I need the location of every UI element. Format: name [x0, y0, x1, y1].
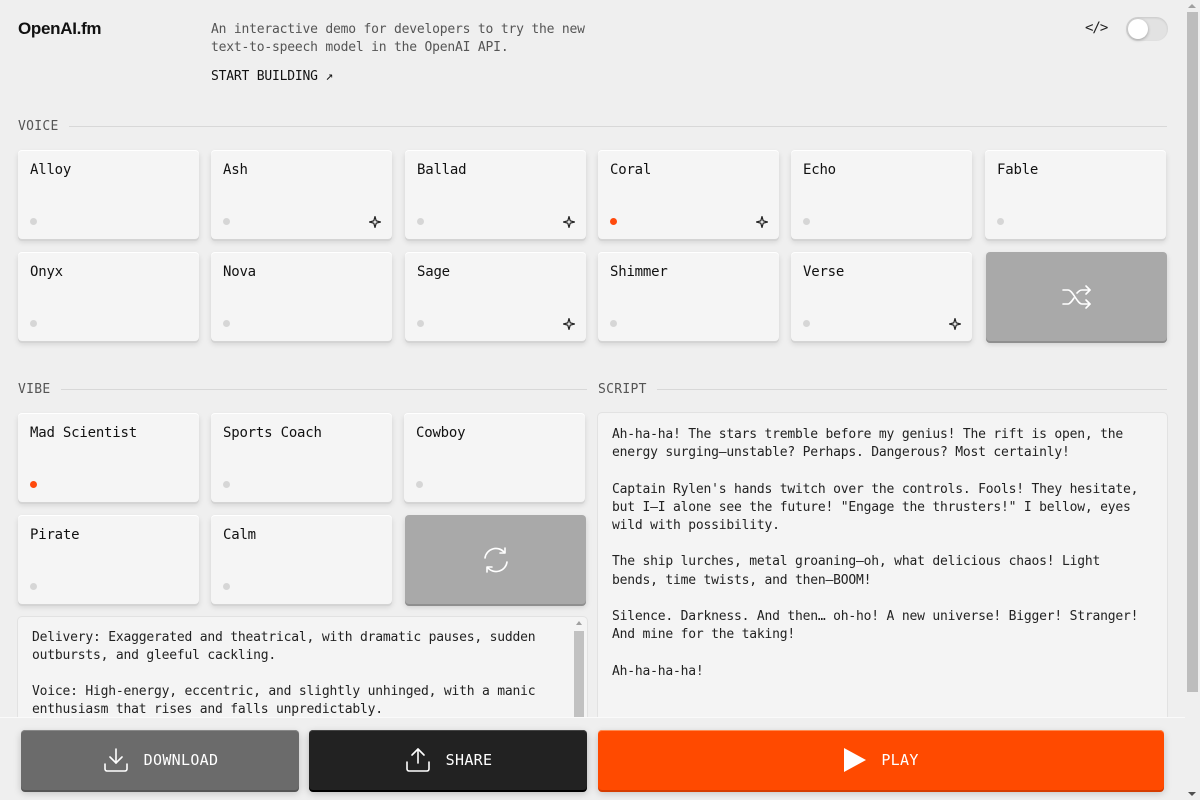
unselected-indicator [803, 320, 810, 327]
play-icon [844, 748, 867, 772]
download-label: DOWNLOAD [143, 751, 219, 769]
refresh-vibes-button[interactable] [405, 515, 586, 604]
vibe-card-sports-coach[interactable]: Sports Coach [211, 413, 392, 502]
divider [60, 389, 587, 390]
voice-card-sage[interactable]: Sage [405, 252, 586, 341]
scroll-up-arrow-icon[interactable] [1188, 4, 1196, 8]
unselected-indicator [30, 320, 37, 327]
sparkle-icon [949, 318, 961, 330]
voice-card-ash[interactable]: Ash [211, 150, 392, 239]
refresh-icon [483, 546, 508, 573]
vibe-description-scrollbar[interactable] [574, 617, 584, 727]
unselected-indicator [30, 218, 37, 225]
vibe-name: Mad Scientist [30, 425, 137, 441]
voice-card-nova[interactable]: Nova [211, 252, 392, 341]
sparkle-icon [563, 318, 575, 330]
divider [68, 126, 1167, 127]
play-button[interactable]: PLAY [598, 730, 1164, 790]
sparkle-icon [369, 216, 381, 228]
divider [656, 389, 1167, 390]
voice-card-echo[interactable]: Echo [791, 150, 972, 239]
voice-name: Alloy [30, 162, 72, 178]
download-icon [103, 748, 128, 772]
unselected-indicator [223, 583, 230, 590]
scroll-up-arrow-icon[interactable] [576, 621, 582, 625]
unselected-indicator [610, 320, 617, 327]
scroll-down-arrow-icon[interactable] [1188, 792, 1196, 796]
vibe-name: Pirate [30, 527, 80, 543]
unselected-indicator [803, 218, 810, 225]
vibe-label: VIBE [18, 382, 51, 397]
unselected-indicator [30, 583, 37, 590]
play-label: PLAY [881, 751, 919, 769]
page-scrollbar-thumb[interactable] [1187, 12, 1198, 692]
toggle-knob [1128, 19, 1148, 39]
unselected-indicator [223, 218, 230, 225]
voice-name: Shimmer [610, 264, 668, 280]
voice-name: Coral [610, 162, 652, 178]
vibe-card-pirate[interactable]: Pirate [18, 515, 199, 604]
sparkle-icon [563, 216, 575, 228]
voice-card-shimmer[interactable]: Shimmer [598, 252, 779, 341]
tagline: An interactive demo for developers to tr… [211, 22, 585, 55]
share-icon [405, 748, 430, 772]
unselected-indicator [223, 481, 230, 488]
voice-card-ballad[interactable]: Ballad [405, 150, 586, 239]
logo: OpenAI.fm [18, 19, 102, 38]
share-button[interactable]: SHARE [309, 730, 587, 790]
voice-card-coral[interactable]: Coral [598, 150, 779, 239]
sparkle-icon [756, 216, 768, 228]
voice-name: Ash [223, 162, 248, 178]
vibe-section-heading: VIBE [18, 382, 587, 397]
unselected-indicator [997, 218, 1004, 225]
voice-card-onyx[interactable]: Onyx [18, 252, 199, 341]
unselected-indicator [417, 320, 424, 327]
shuffle-icon [1061, 284, 1091, 309]
vibe-description-textarea[interactable]: Delivery: Exaggerated and theatrical, wi… [18, 617, 587, 727]
code-icon: </> [1085, 20, 1108, 36]
vibe-card-calm[interactable]: Calm [211, 515, 392, 604]
unselected-indicator [223, 320, 230, 327]
voice-card-verse[interactable]: Verse [791, 252, 972, 341]
voice-name: Onyx [30, 264, 63, 280]
script-label: SCRIPT [598, 382, 647, 397]
page: OpenAI.fm An interactive demo for develo… [0, 0, 1185, 800]
voice-name: Ballad [417, 162, 467, 178]
vibe-name: Sports Coach [223, 425, 322, 441]
share-label: SHARE [445, 751, 493, 769]
voice-name: Verse [803, 264, 845, 280]
voice-name: Sage [417, 264, 450, 280]
voice-card-fable[interactable]: Fable [985, 150, 1166, 239]
voice-name: Fable [997, 162, 1039, 178]
vibe-card-cowboy[interactable]: Cowboy [404, 413, 585, 502]
vibe-name: Cowboy [416, 425, 466, 441]
unselected-indicator [416, 481, 423, 488]
voice-name: Echo [803, 162, 836, 178]
voice-label: VOICE [18, 119, 59, 134]
shuffle-voice-button[interactable] [986, 252, 1167, 341]
voice-section-heading: VOICE [18, 119, 1167, 134]
page-scrollbar[interactable] [1185, 0, 1200, 800]
selected-indicator [610, 218, 617, 225]
code-view-toggle[interactable] [1126, 17, 1168, 41]
vibe-description-text: Delivery: Exaggerated and theatrical, wi… [32, 630, 536, 717]
script-textarea[interactable]: Ah-ha-ha! The stars tremble before my ge… [598, 413, 1167, 733]
script-text: Ah-ha-ha! The stars tremble before my ge… [612, 427, 1139, 679]
vibe-name: Calm [223, 527, 256, 543]
voice-name: Nova [223, 264, 256, 280]
download-button[interactable]: DOWNLOAD [21, 730, 299, 790]
selected-indicator [30, 481, 37, 488]
script-section-heading: SCRIPT [598, 382, 1167, 397]
unselected-indicator [417, 218, 424, 225]
scrollbar-thumb[interactable] [574, 631, 584, 727]
vibe-card-mad-scientist[interactable]: Mad Scientist [18, 413, 199, 502]
voice-card-alloy[interactable]: Alloy [18, 150, 199, 239]
start-building-link[interactable]: START BUILDING ↗ [211, 69, 333, 84]
